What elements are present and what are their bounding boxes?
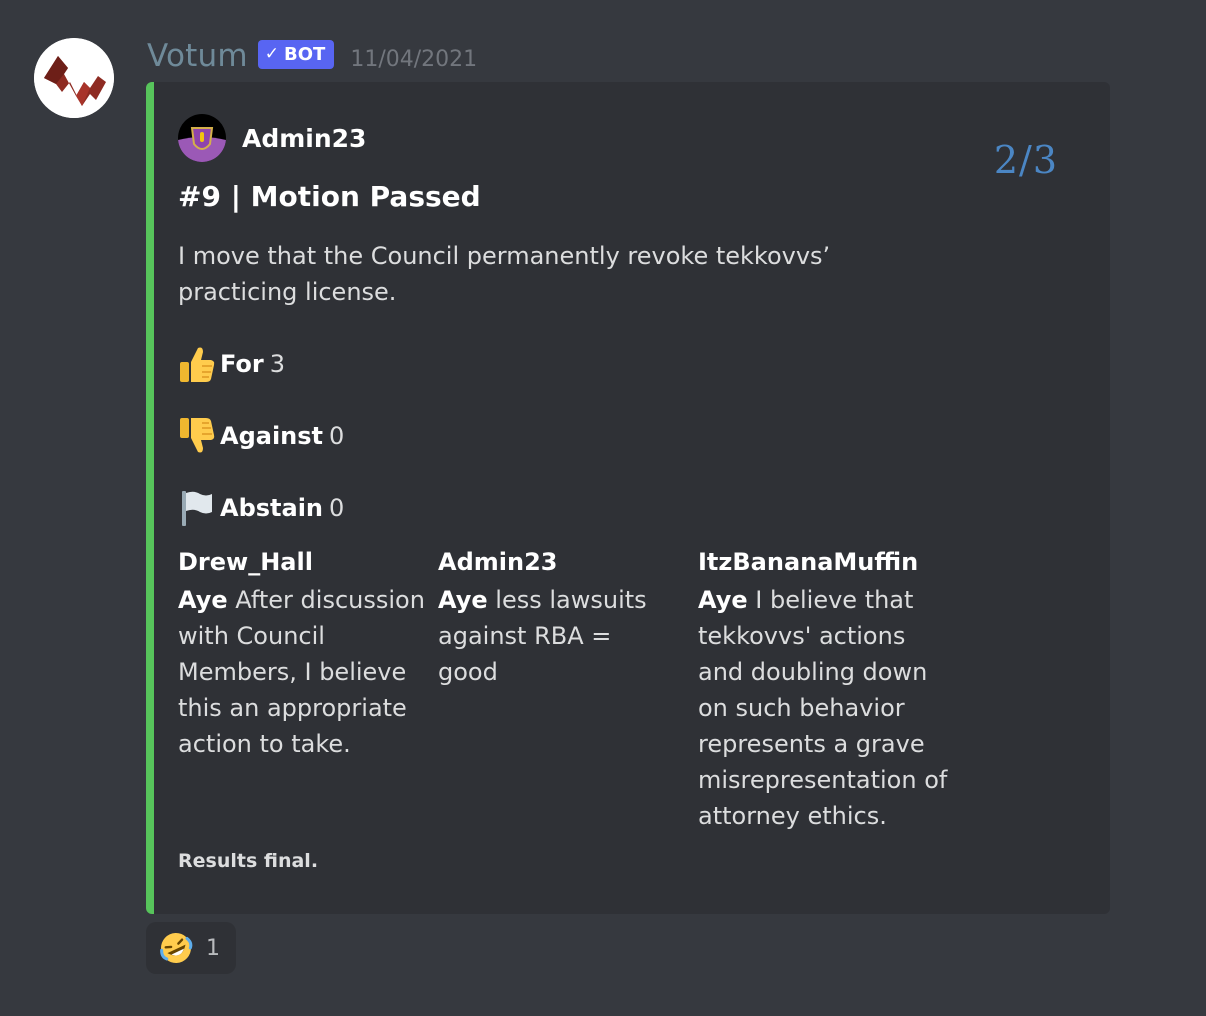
tally-against: Against 0 (178, 416, 344, 456)
vote-value: Aye (178, 586, 228, 614)
thumbs-up-icon (178, 344, 216, 384)
thumbs-down-icon (178, 416, 216, 456)
embed-footer: Results final. (178, 850, 319, 872)
chat-message: Votum ✓ BOT 11/04/2021 Admin23 2/3 #9 | … (0, 0, 1206, 1016)
tally-for: For 3 (178, 344, 285, 384)
author-name[interactable]: Admin23 (242, 124, 366, 153)
tally-against-count: 0 (329, 422, 345, 450)
author-avatar (178, 114, 226, 162)
votum-logo-icon (34, 38, 114, 118)
rolling-on-floor-laughing-icon (158, 930, 194, 966)
verified-check-icon: ✓ (264, 44, 280, 64)
vote-reason-text: I believe that tekkovvs' actions and dou… (698, 586, 948, 830)
embed-description: I move that the Council permanently revo… (178, 242, 831, 306)
white-flag-icon (178, 488, 216, 528)
bot-tag: ✓ BOT (257, 39, 335, 69)
reaction-button[interactable]: 1 (146, 922, 236, 974)
page-indicator: 2/3 (993, 138, 1058, 182)
tally-abstain-label: Abstain (220, 494, 324, 522)
vote-field: Admin23 Aye less lawsuits against RBA = … (438, 542, 678, 690)
embed-author: Admin23 (178, 114, 366, 162)
voter-name: Drew_Hall (178, 548, 313, 576)
voter-name: Admin23 (438, 548, 558, 576)
message-header: Votum ✓ BOT 11/04/2021 (147, 36, 477, 76)
author-avatar-icon (178, 114, 226, 162)
tally-for-label: For (220, 350, 264, 378)
message-timestamp[interactable]: 11/04/2021 (350, 47, 477, 72)
tally-for-count: 3 (269, 350, 286, 378)
vote-field: Drew_Hall Aye After discussion with Coun… (178, 542, 428, 762)
vote-value: Aye (698, 586, 748, 614)
reaction-count: 1 (206, 935, 220, 961)
vote-reason: Aye I believe that tekkovvs' actions and… (698, 582, 948, 834)
motion-embed: Admin23 2/3 #9 | Motion Passed I move th… (146, 82, 1110, 914)
tally-abstain-count: 0 (329, 494, 345, 522)
vote-field: ItzBananaMuffin Aye I believe that tekko… (698, 542, 948, 834)
bot-tag-label: BOT (284, 43, 326, 65)
bot-username[interactable]: Votum (147, 38, 248, 74)
bot-avatar[interactable] (34, 38, 114, 118)
vote-reason: Aye After discussion with Council Member… (178, 582, 428, 762)
vote-value: Aye (438, 586, 488, 614)
tally-against-label: Against (220, 422, 324, 450)
vote-reason: Aye less lawsuits against RBA = good (438, 582, 678, 690)
embed-title: #9 | Motion Passed (178, 180, 481, 213)
tally-abstain: Abstain 0 (178, 488, 344, 528)
voter-name: ItzBananaMuffin (698, 548, 919, 576)
